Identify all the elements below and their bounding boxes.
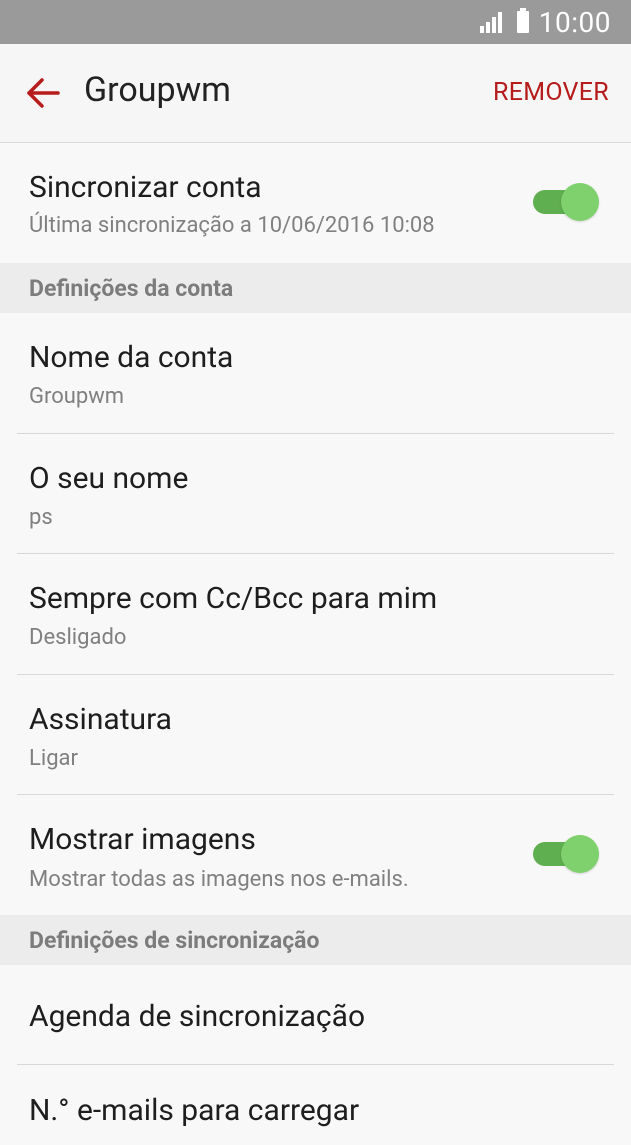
section-header-sync-settings: Definições de sincronização [0, 915, 631, 965]
signature-value: Ligar [29, 746, 78, 771]
always-cc-bcc-row[interactable]: Sempre com Cc/Bcc para mim Desligado [0, 554, 631, 674]
your-name-row[interactable]: O seu nome ps [0, 434, 631, 554]
signal-icon [479, 12, 502, 33]
account-name-title: Nome da conta [29, 340, 234, 375]
account-name-value: Groupwm [29, 384, 125, 409]
signature-row[interactable]: Assinatura Ligar [0, 675, 631, 795]
section-header-account-settings: Definições da conta [0, 263, 631, 313]
sync-account-toggle[interactable] [533, 183, 599, 221]
sync-account-title: Sincronizar conta [29, 170, 262, 205]
always-cc-bcc-title: Sempre com Cc/Bcc para mim [29, 581, 438, 616]
show-images-subtitle: Mostrar todas as imagens nos e-mails. [29, 867, 409, 892]
section-title: Definições de sincronização [29, 927, 320, 954]
battery-icon [516, 8, 529, 33]
your-name-value: ps [29, 505, 53, 530]
section-title: Definições da conta [29, 275, 234, 302]
emails-to-load-row[interactable]: N.° e-mails para carregar [0, 1065, 631, 1145]
status-time: 10:00 [538, 5, 611, 39]
emails-to-load-title: N.° e-mails para carregar [29, 1093, 360, 1128]
page-title: Groupwm [84, 70, 231, 110]
sync-account-subtitle: Última sincronização a 10/06/2016 10:08 [29, 213, 435, 238]
signature-title: Assinatura [29, 702, 172, 737]
remove-button[interactable]: REMOVER [493, 78, 609, 107]
sync-schedule-title: Agenda de sincronização [29, 999, 366, 1034]
show-images-row[interactable]: Mostrar imagens Mostrar todas as imagens… [0, 795, 631, 915]
your-name-title: O seu nome [29, 461, 189, 496]
sync-schedule-row[interactable]: Agenda de sincronização [0, 965, 631, 1064]
sync-account-row[interactable]: Sincronizar conta Última sincronização a… [0, 143, 631, 263]
app-bar: Groupwm REMOVER [0, 44, 631, 143]
always-cc-bcc-value: Desligado [29, 625, 127, 650]
show-images-toggle[interactable] [533, 835, 599, 873]
account-name-row[interactable]: Nome da conta Groupwm [0, 313, 631, 433]
status-bar: 10:00 [0, 0, 631, 44]
show-images-title: Mostrar imagens [29, 822, 256, 857]
back-arrow-icon[interactable] [26, 78, 60, 108]
